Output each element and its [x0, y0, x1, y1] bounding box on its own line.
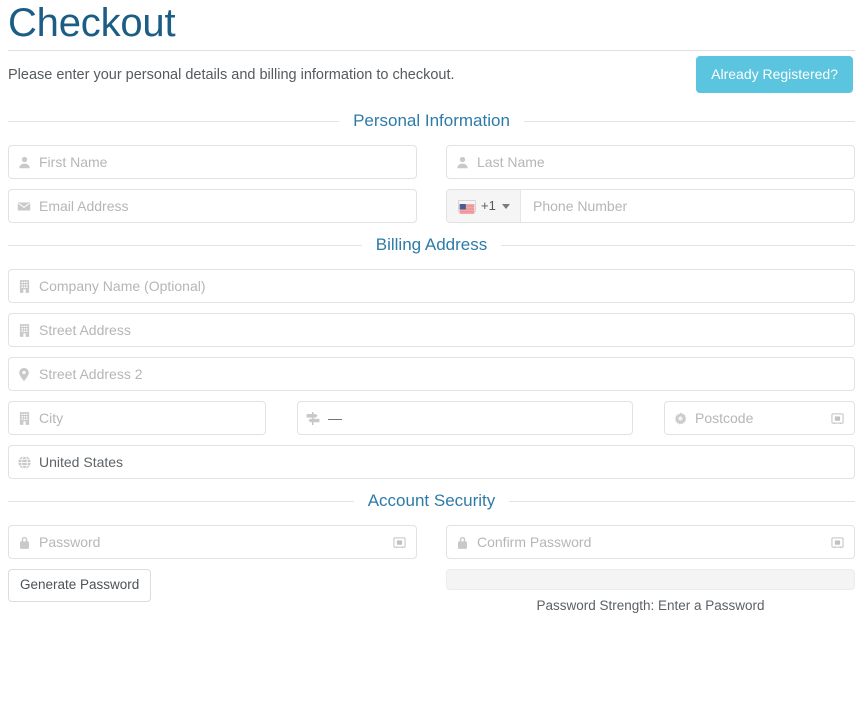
company-col: Company Name (Optional) [8, 269, 855, 303]
country-select[interactable]: United States [8, 445, 855, 479]
country-row: United States [8, 445, 855, 479]
lead-text: Please enter your personal details and b… [8, 67, 455, 83]
company-name-placeholder: Company Name (Optional) [39, 278, 206, 294]
dial-code: +1 [481, 198, 496, 213]
subheader-row: Please enter your personal details and b… [8, 51, 855, 99]
section-heading-account-security: Account Security [8, 490, 855, 512]
heading-rule-left [8, 500, 354, 502]
building-icon [9, 279, 39, 293]
password-row: Password Confirm Password [8, 525, 855, 559]
checkout-page: Checkout Please enter your personal deta… [0, 0, 863, 615]
globe-icon [9, 455, 39, 469]
confirm-password-col: Confirm Password [446, 525, 855, 559]
generate-password-col: Generate Password [8, 569, 417, 602]
building-icon [9, 411, 39, 425]
autofill-icon[interactable] [387, 536, 411, 549]
last-name-col: Last Name [446, 145, 855, 179]
state-value: — [328, 410, 342, 426]
first-name-col: First Name [8, 145, 417, 179]
lock-icon [447, 536, 477, 549]
section-heading-billing-address: Billing Address [8, 234, 856, 256]
country-value: United States [39, 454, 124, 470]
phone-field-group[interactable]: +1 Phone Number [446, 189, 855, 223]
street2-row: Street Address 2 [8, 357, 855, 391]
company-name-field[interactable]: Company Name (Optional) [8, 269, 855, 303]
first-name-field[interactable]: First Name [8, 145, 417, 179]
phone-col: +1 Phone Number [446, 189, 855, 223]
confirm-password-field[interactable]: Confirm Password [446, 525, 855, 559]
postcode-col: Postcode [664, 401, 855, 435]
street-address-placeholder: Street Address [39, 322, 131, 338]
postcode-field[interactable]: Postcode [664, 401, 855, 435]
page-title: Checkout [8, 1, 176, 45]
autofill-icon[interactable] [825, 536, 849, 549]
email-col: Email Address [8, 189, 417, 223]
postcode-placeholder: Postcode [695, 410, 754, 426]
lock-icon [9, 536, 39, 549]
password-strength-bar [446, 569, 855, 590]
map-signs-icon [298, 411, 328, 425]
heading-rule-left [8, 120, 340, 122]
password-strength-label: Password Strength: Enter a Password [536, 598, 765, 613]
building-icon [9, 323, 39, 337]
password-strength-col: Password Strength: Enter a Password [446, 569, 855, 615]
street1-col: Street Address [8, 313, 855, 347]
street1-row: Street Address [8, 313, 855, 347]
us-flag-icon [458, 200, 476, 214]
heading-rule-right [501, 244, 856, 246]
user-icon [9, 156, 39, 169]
state-col: — [297, 401, 633, 435]
gear-icon [665, 411, 695, 425]
email-field[interactable]: Email Address [8, 189, 417, 223]
chevron-down-icon [501, 203, 510, 209]
street-address-2-placeholder: Street Address 2 [39, 366, 143, 382]
map-pin-icon [9, 367, 39, 381]
heading-rule-right [509, 500, 855, 502]
generate-password-button[interactable]: Generate Password [8, 569, 152, 602]
autofill-icon[interactable] [825, 412, 849, 425]
heading-rule-right [523, 120, 855, 122]
name-row: First Name Last Name [8, 145, 855, 179]
company-row: Company Name (Optional) [8, 269, 855, 303]
heading-rule-left [8, 244, 362, 246]
contact-row: Email Address +1 Phone Number [8, 189, 855, 223]
password-field[interactable]: Password [8, 525, 417, 559]
user-icon [447, 156, 477, 169]
city-col: City [8, 401, 266, 435]
city-state-postcode-row: City — Postcode [8, 401, 855, 435]
section-title-billing: Billing Address [375, 235, 488, 254]
phone-placeholder: Phone Number [533, 198, 628, 214]
section-title-security: Account Security [367, 491, 496, 510]
city-field[interactable]: City [8, 401, 266, 435]
street-address-field[interactable]: Street Address [8, 313, 855, 347]
last-name-placeholder: Last Name [477, 154, 545, 170]
state-select[interactable]: — [297, 401, 633, 435]
section-heading-personal-information: Personal Information [8, 110, 855, 132]
last-name-field[interactable]: Last Name [446, 145, 855, 179]
password-tools-row: Generate Password Password Strength: Ent… [8, 569, 855, 615]
envelope-icon [9, 201, 39, 212]
first-name-placeholder: First Name [39, 154, 108, 170]
confirm-password-placeholder: Confirm Password [477, 534, 592, 550]
password-placeholder: Password [39, 534, 101, 550]
street2-col: Street Address 2 [8, 357, 855, 391]
already-registered-button[interactable]: Already Registered? [696, 56, 853, 93]
section-title-personal: Personal Information [353, 111, 510, 130]
street-address-2-field[interactable]: Street Address 2 [8, 357, 855, 391]
email-placeholder: Email Address [39, 198, 129, 214]
country-code-selector[interactable]: +1 [447, 190, 521, 222]
city-placeholder: City [39, 410, 64, 426]
country-col: United States [8, 445, 855, 479]
phone-number-input[interactable]: Phone Number [521, 190, 854, 222]
password-col: Password [8, 525, 417, 559]
